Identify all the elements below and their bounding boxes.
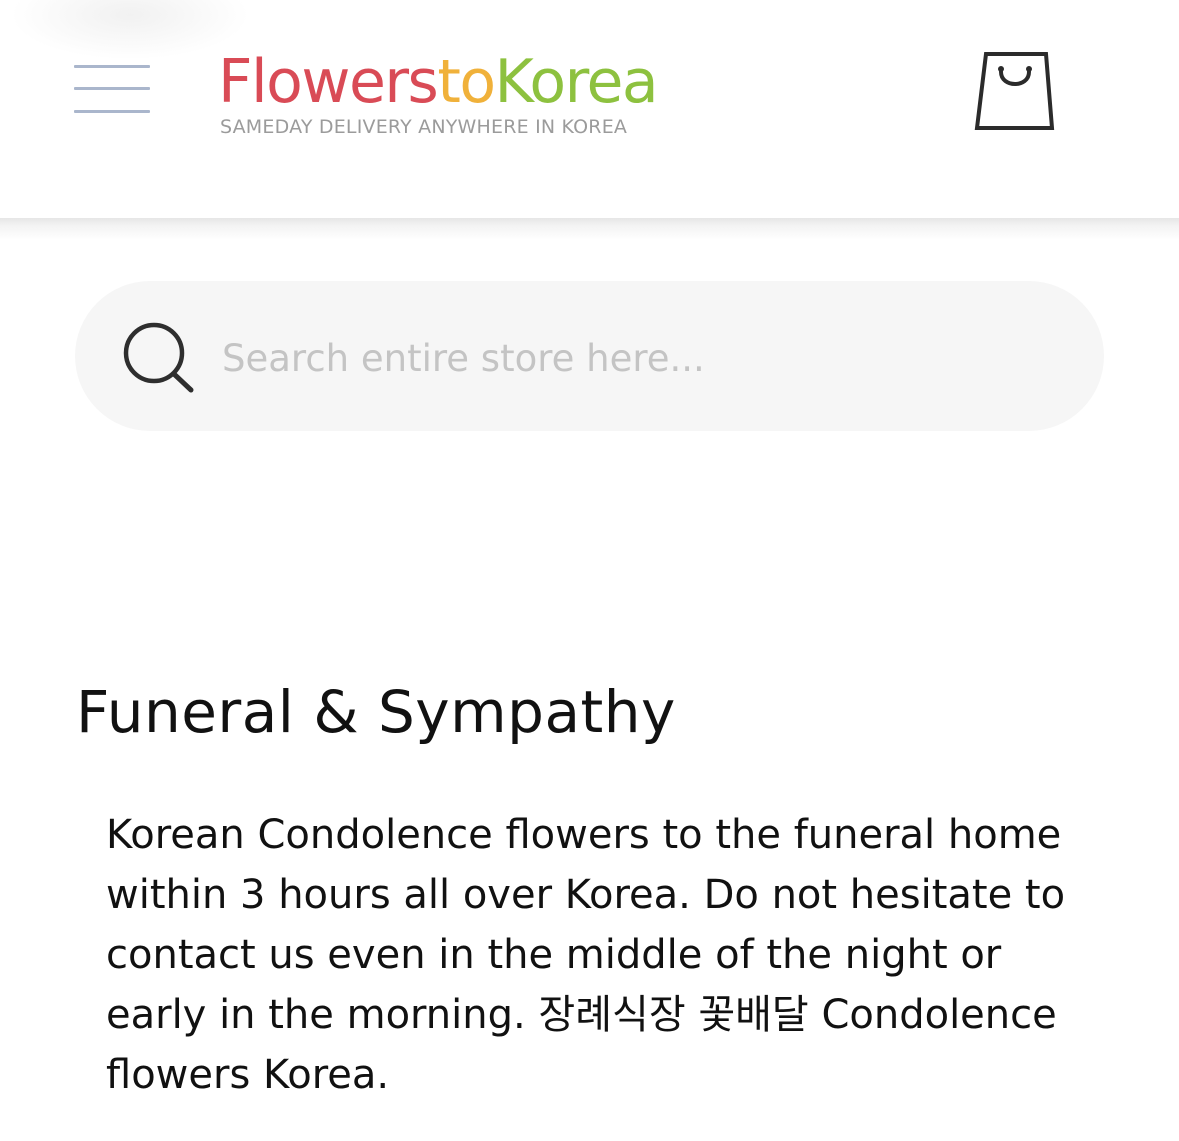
logo-word-to: to	[437, 47, 496, 117]
logo-word-korea: Korea	[494, 47, 659, 117]
category-description: Korean Condolence flowers to the funeral…	[106, 812, 1066, 1098]
site-logo[interactable]: FlowerstoKorea SAMEDAY DELIVERY ANYWHERE…	[218, 46, 698, 146]
menu-line	[74, 110, 150, 113]
menu-button[interactable]	[72, 60, 152, 120]
category-title: Funeral & Sympathy	[76, 678, 676, 746]
logo-tagline: SAMEDAY DELIVERY ANYWHERE IN KOREA	[220, 116, 628, 138]
cart-button[interactable]	[970, 48, 1060, 138]
menu-line	[74, 65, 150, 68]
header-corner-shade	[10, 0, 250, 60]
page: FlowerstoKorea SAMEDAY DELIVERY ANYWHERE…	[0, 0, 1179, 1141]
search-input[interactable]	[222, 322, 1062, 394]
site-header: FlowerstoKorea SAMEDAY DELIVERY ANYWHERE…	[0, 0, 1179, 220]
logo-word-flowers: Flowers	[218, 47, 439, 117]
shopping-bag-icon	[974, 52, 1055, 130]
menu-line	[74, 87, 150, 90]
search-icon[interactable]	[120, 322, 196, 394]
logo-wordmark: FlowerstoKorea	[218, 46, 659, 118]
header-shadow	[0, 218, 1179, 240]
